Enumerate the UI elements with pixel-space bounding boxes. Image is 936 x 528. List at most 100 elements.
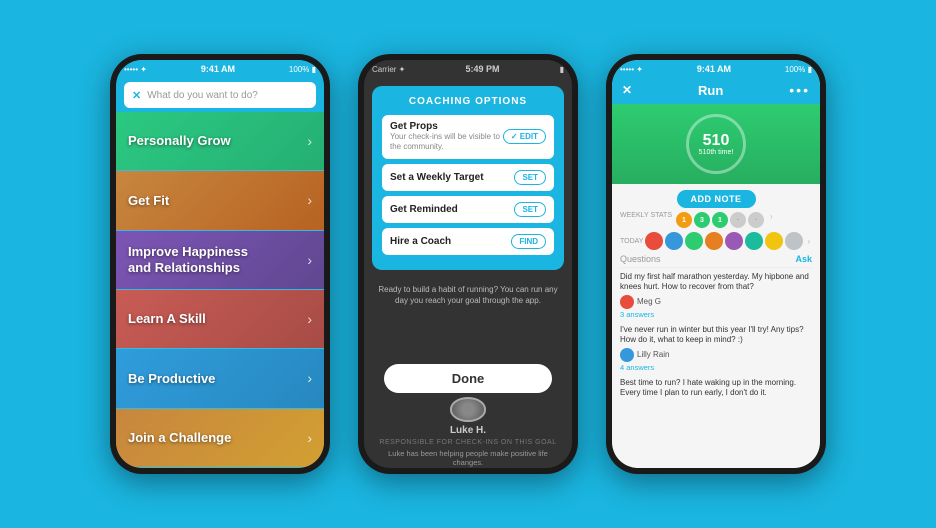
menu-item-be-productive[interactable]: Be Productive ›: [116, 349, 324, 408]
chevron-icon-4: ›: [307, 370, 312, 386]
phone3-status-bar: ••••• ✦ 9:41 AM 100% ▮: [612, 60, 820, 78]
avatar-7: [765, 232, 783, 250]
menu-label-join-challenge: Join a Challenge: [128, 430, 231, 446]
phones-container: ••••• ✦ 9:41 AM 100% ▮ ✕ What do you wan…: [110, 54, 826, 474]
opt-title-weekly: Set a Weekly Target: [390, 172, 514, 183]
run-title: Run: [698, 83, 723, 98]
run-header: ✕ Run •••: [612, 78, 820, 104]
avatars-row: TODAY ›: [612, 232, 820, 250]
chevron-icon-2: ›: [307, 252, 312, 268]
menu-label-learn-skill: Learn A Skill: [128, 311, 206, 327]
phone-1: ••••• ✦ 9:41 AM 100% ▮ ✕ What do you wan…: [110, 54, 330, 474]
phone2-time: 5:49 PM: [465, 64, 499, 74]
avatar-2: [665, 232, 683, 250]
phone3-time: 9:41 AM: [697, 64, 731, 74]
phone-2: Carrier ✦ 5:49 PM ▮ COACHING OPTIONS Get…: [358, 54, 578, 474]
avatar-6: [745, 232, 763, 250]
phone-3-screen: ••••• ✦ 9:41 AM 100% ▮ ✕ Run ••• 510 510…: [612, 60, 820, 468]
opt-btn-edit[interactable]: ✓ EDIT: [503, 129, 546, 144]
question-avatar-2: [620, 348, 634, 362]
question-item-3: Best time to run? I hate waking up in th…: [620, 378, 812, 401]
menu-item-personally-grow[interactable]: Personally Grow ›: [116, 112, 324, 171]
opt-title-get-props: Get Props: [390, 121, 503, 132]
phone-1-screen: ••••• ✦ 9:41 AM 100% ▮ ✕ What do you wan…: [116, 60, 324, 468]
chevron-icon-1: ›: [307, 192, 312, 208]
stat-circle-1: 1: [676, 212, 692, 228]
today-label: TODAY: [620, 238, 643, 245]
questions-section: Questions Ask Did my first half marathon…: [612, 254, 820, 468]
run-count: 510: [703, 133, 730, 149]
stat-more: ›: [770, 212, 773, 228]
opt-title-hire: Hire a Coach: [390, 236, 511, 247]
done-button[interactable]: Done: [384, 364, 552, 393]
run-more-button[interactable]: •••: [789, 82, 810, 98]
menu-item-learn-skill[interactable]: Learn A Skill ›: [116, 290, 324, 349]
phone1-time: 9:41 AM: [201, 64, 235, 74]
questions-label: Questions: [620, 254, 661, 264]
phone1-status-left: ••••• ✦: [124, 65, 147, 74]
phone-2-screen: Carrier ✦ 5:49 PM ▮ COACHING OPTIONS Get…: [364, 60, 572, 468]
coach-profile: Luke H. RESPONSIBLE FOR CHECK-INS ON THI…: [364, 397, 572, 468]
phone2-status-right: ▮: [560, 65, 564, 74]
question-user-1: Meg G: [620, 295, 812, 309]
menu-items-list: Personally Grow › Get Fit › Improve Happ…: [116, 112, 324, 468]
stat-circle-3: 1: [712, 212, 728, 228]
stat-circle-5: ·: [748, 212, 764, 228]
question-username-2: Lilly Rain: [637, 350, 669, 359]
question-user-2: Lilly Rain: [620, 348, 812, 362]
coaching-modal: COACHING OPTIONS Get Props Your check-in…: [372, 86, 564, 270]
question-avatar-1: [620, 295, 634, 309]
phone3-status-left: ••••• ✦: [620, 65, 643, 74]
chevron-icon-5: ›: [307, 430, 312, 446]
opt-btn-set-weekly[interactable]: SET: [514, 170, 546, 185]
search-bar[interactable]: ✕ What do you want to do?: [124, 82, 316, 108]
phone2-status-bar: Carrier ✦ 5:49 PM ▮: [364, 60, 572, 78]
opt-btn-set-reminded[interactable]: SET: [514, 202, 546, 217]
chevron-icon-3: ›: [307, 311, 312, 327]
phone2-content: Ready to build a habit of running? You c…: [364, 278, 572, 361]
chevron-icon-0: ›: [307, 133, 312, 149]
coaching-option-get-props[interactable]: Get Props Your check-ins will be visible…: [382, 115, 554, 159]
coach-description: Luke has been helping people make positi…: [364, 449, 572, 469]
opt-sub-get-props: Your check-ins will be visible to the co…: [390, 132, 503, 153]
phone-3: ••••• ✦ 9:41 AM 100% ▮ ✕ Run ••• 510 510…: [606, 54, 826, 474]
phone2-status-left: Carrier ✦: [372, 65, 405, 74]
stat-circle-2: 3: [694, 212, 710, 228]
question-item-1: Did my first half marathon yesterday. My…: [620, 272, 812, 319]
avatar-4: [705, 232, 723, 250]
weekly-stats-label: WEEKLY STATS: [620, 212, 672, 228]
run-count-sub: 510th time!: [699, 149, 734, 156]
question-answers-2[interactable]: 4 answers: [620, 363, 812, 372]
phone3-status-right: 100% ▮: [785, 65, 812, 74]
coaching-option-weekly-target[interactable]: Set a Weekly Target SET: [382, 164, 554, 191]
search-placeholder: What do you want to do?: [147, 90, 308, 101]
menu-label-be-productive: Be Productive: [128, 371, 215, 387]
phone1-status-right: 100% ▮: [289, 65, 316, 74]
coaching-title: COACHING OPTIONS: [382, 96, 554, 107]
run-close-button[interactable]: ✕: [622, 83, 632, 97]
phone1-status-bar: ••••• ✦ 9:41 AM 100% ▮: [116, 60, 324, 78]
coaching-option-reminded[interactable]: Get Reminded SET: [382, 196, 554, 223]
menu-item-get-fit[interactable]: Get Fit ›: [116, 171, 324, 230]
run-stats-row: WEEKLY STATS 1 3 1 · · ›: [612, 212, 820, 228]
avatar-more: [785, 232, 803, 250]
ask-button[interactable]: Ask: [795, 254, 812, 264]
menu-item-join-challenge[interactable]: Join a Challenge ›: [116, 409, 324, 468]
phone2-body-text: Ready to build a habit of running? You c…: [372, 284, 564, 306]
coaching-option-hire-coach[interactable]: Hire a Coach FIND: [382, 228, 554, 255]
coach-avatar: [450, 397, 486, 421]
close-icon[interactable]: ✕: [132, 89, 141, 102]
menu-label-personally-grow: Personally Grow: [128, 133, 231, 149]
question-answers-1[interactable]: 3 answers: [620, 310, 812, 319]
questions-header: Questions Ask: [620, 254, 812, 268]
opt-title-reminded: Get Reminded: [390, 204, 514, 215]
run-green-section: 510 510th time!: [612, 104, 820, 184]
add-note-button[interactable]: ADD NOTE: [677, 190, 756, 208]
menu-item-improve-happiness[interactable]: Improve Happiness and Relationships ›: [116, 231, 324, 290]
run-count-circle: 510 510th time!: [686, 114, 746, 174]
question-text-3: Best time to run? I hate waking up in th…: [620, 378, 812, 399]
question-username-1: Meg G: [637, 297, 661, 306]
avatar-1: [645, 232, 663, 250]
coach-role-label: RESPONSIBLE FOR CHECK-INS ON THIS GOAL: [379, 439, 556, 446]
opt-btn-find[interactable]: FIND: [511, 234, 546, 249]
